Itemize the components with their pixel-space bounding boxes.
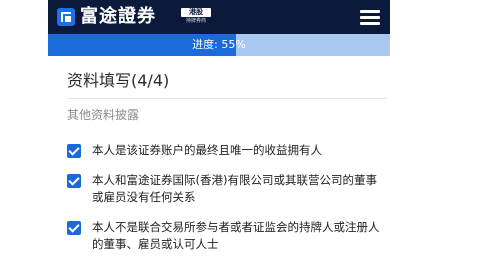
app-frame: 富途證券 港股 持牌券商 进度: 55% 资料填写(4/4) 其他资料披露 本人… xyxy=(48,0,390,266)
brand-badge-sub: 持牌券商 xyxy=(185,18,206,24)
futu-logo-icon xyxy=(57,8,75,26)
section-title: 其他资料披露 xyxy=(67,108,140,122)
checkbox-checked-icon[interactable] xyxy=(67,174,81,188)
checkbox-label: 本人和富途证券国际(香港)有限公司或其联营公司的董事或雇员没有任何关系 xyxy=(92,173,377,204)
brand-badge: 港股 持牌券商 xyxy=(181,8,211,25)
page-title: 资料填写(4/4) xyxy=(67,71,170,90)
checkbox-checked-icon[interactable] xyxy=(67,144,81,158)
top-bar: 富途證券 港股 持牌券商 xyxy=(48,0,390,34)
progress-label: 进度: 55% xyxy=(192,38,246,51)
progress-bar: 进度: 55% xyxy=(48,34,390,56)
checkbox-checked-icon[interactable] xyxy=(67,221,81,235)
hamburger-menu-icon[interactable] xyxy=(360,10,380,25)
checkbox-label: 本人是该证券账户的最终且唯一的收益拥有人 xyxy=(92,143,322,157)
divider xyxy=(67,98,387,99)
checkbox-label: 本人不是联合交易所参与者或者证监会的持牌人或注册人的董事、雇员或认可人士 xyxy=(92,220,380,251)
brand-badge-label: 港股 xyxy=(181,8,211,17)
brand-name: 富途證券 xyxy=(80,6,156,27)
